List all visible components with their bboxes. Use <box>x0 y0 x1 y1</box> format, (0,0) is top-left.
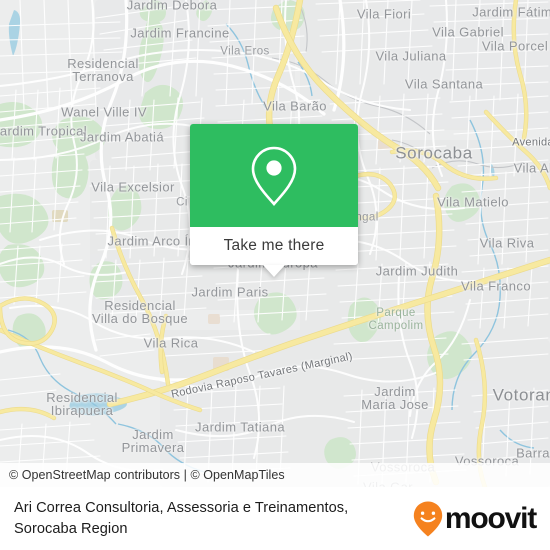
attribution-text[interactable]: © OpenStreetMap contributors | © OpenMap… <box>9 468 285 482</box>
map-canvas[interactable]: .bg { fill: #eceded; } .blk { fill: #e5e… <box>0 0 550 487</box>
map-screenshot: .bg { fill: #eceded; } .blk { fill: #e5e… <box>0 0 550 550</box>
moovit-pin-icon <box>413 501 443 536</box>
place-title: Ari Correa Consultoria, Assessoria e Tre… <box>14 499 349 537</box>
moovit-wordmark: moovit <box>444 501 537 535</box>
location-popup[interactable]: Take me there <box>190 124 358 277</box>
caption-bar: Ari Correa Consultoria, Assessoria e Tre… <box>0 487 550 550</box>
map-attribution-bar: © OpenStreetMap contributors | © OpenMap… <box>0 463 550 487</box>
location-pin-icon <box>251 146 297 206</box>
popup-pointer <box>263 265 285 277</box>
popup-header <box>190 124 358 227</box>
take-me-there-label: Take me there <box>223 237 325 254</box>
take-me-there-button[interactable]: Take me there <box>190 227 358 265</box>
moovit-logo[interactable]: moovit <box>413 501 537 537</box>
